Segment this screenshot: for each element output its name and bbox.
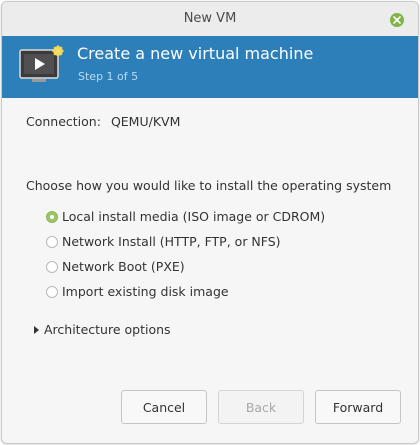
back-button[interactable]: Back (218, 390, 304, 424)
architecture-options-expander[interactable]: Architecture options (34, 322, 171, 337)
option-network-boot[interactable]: Network Boot (PXE) (46, 254, 325, 279)
wizard-header: Create a new virtual machine Step 1 of 5 (2, 36, 418, 98)
expander-label: Architecture options (44, 322, 171, 337)
option-import-disk[interactable]: Import existing disk image (46, 279, 325, 304)
option-label: Network Install (HTTP, FTP, or NFS) (62, 234, 281, 249)
install-prompt: Choose how you would like to install the… (26, 178, 392, 193)
cancel-button[interactable]: Cancel (121, 390, 207, 424)
option-label: Local install media (ISO image or CDROM) (62, 209, 326, 224)
option-label: Network Boot (PXE) (62, 259, 185, 274)
wizard-title: Create a new virtual machine (77, 44, 314, 63)
radio-network-install[interactable] (46, 235, 58, 248)
close-button[interactable] (390, 13, 404, 27)
title-bar: New VM (2, 2, 418, 37)
option-network-install[interactable]: Network Install (HTTP, FTP, or NFS) (46, 229, 325, 254)
forward-button[interactable]: Forward (315, 390, 401, 424)
install-options: Local install media (ISO image or CDROM)… (46, 204, 325, 304)
close-icon (393, 16, 401, 24)
vm-monitor-icon (19, 45, 64, 82)
window-title: New VM (183, 11, 237, 26)
radio-local-media[interactable] (46, 210, 58, 223)
connection-label: Connection: (26, 114, 101, 129)
option-local-media[interactable]: Local install media (ISO image or CDROM) (46, 204, 325, 229)
new-vm-dialog: New VM Create a new virtual machine Step… (1, 1, 419, 444)
radio-import-disk[interactable] (46, 285, 58, 298)
connection-row: Connection: QEMU/KVM (26, 114, 180, 129)
wizard-step: Step 1 of 5 (78, 70, 139, 83)
radio-network-boot[interactable] (46, 260, 58, 273)
option-label: Import existing disk image (62, 284, 229, 299)
connection-value: QEMU/KVM (110, 114, 181, 129)
expander-arrow-icon (34, 325, 39, 334)
